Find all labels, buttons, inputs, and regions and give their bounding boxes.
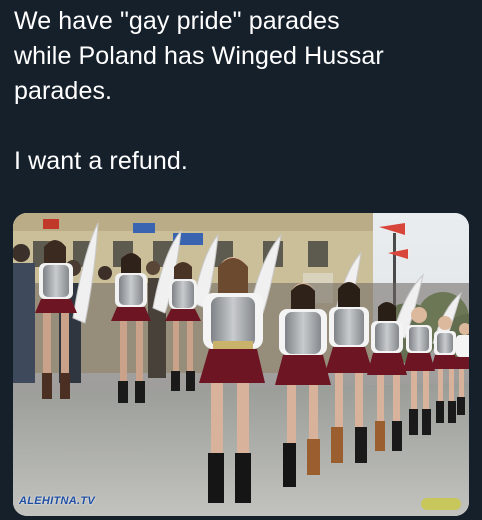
- parade-photo: [13, 213, 469, 516]
- tweet-line-1: We have "gay pride" parades: [14, 7, 340, 35]
- tweet-line-2: while Poland has Winged Hussar: [14, 42, 384, 70]
- tweet-media-photo[interactable]: ALEHITNA.TV: [13, 213, 469, 516]
- tweet-line-3: parades.: [14, 77, 113, 105]
- watermark-logo: ALEHITNA.TV: [19, 495, 96, 507]
- blue-sign: [133, 223, 155, 233]
- tweet-text: We have "gay pride" parades while Poland…: [14, 4, 474, 179]
- corner-badge: [421, 498, 461, 510]
- tweet-line-4: I want a refund.: [14, 147, 188, 175]
